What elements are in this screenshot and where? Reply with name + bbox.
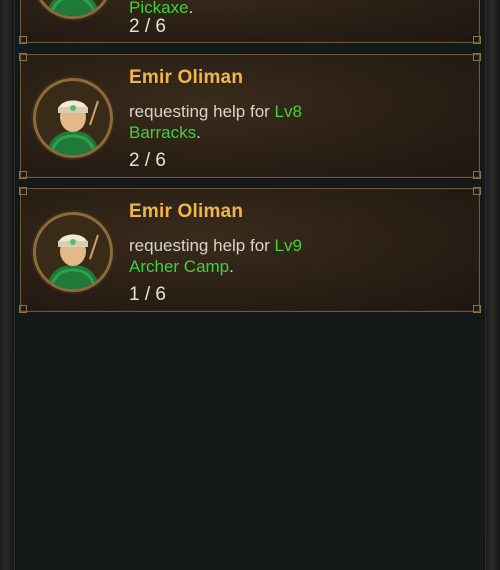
hero-portrait-icon — [33, 0, 113, 19]
card-corner-ornament — [473, 53, 481, 61]
help-request-card[interactable]: Emir Oliman requesting help for Lv8 Barra… — [19, 53, 481, 179]
request-message: Pickaxe. — [129, 0, 449, 18]
card-corner-ornament — [473, 305, 481, 313]
card-corner-ornament — [19, 187, 27, 195]
card-corner-ornament — [19, 171, 27, 179]
left-frame-rail — [0, 0, 15, 570]
right-frame-rail — [485, 0, 500, 570]
requester-name: Emir Oliman — [129, 201, 244, 222]
help-progress-count: 1 / 6 — [129, 284, 166, 305]
card-corner-ornament — [473, 171, 481, 179]
request-suffix: . — [196, 123, 201, 142]
request-message: requesting help for Lv9 Archer Camp. — [129, 235, 449, 277]
card-corner-ornament — [19, 305, 27, 313]
requester-name: Emir Oliman — [129, 67, 244, 88]
request-building: Pickaxe — [129, 0, 189, 17]
request-suffix: . — [229, 257, 234, 276]
request-building: Barracks — [129, 123, 197, 142]
request-prefix: requesting help for — [129, 102, 275, 121]
help-progress-count: 2 / 6 — [129, 150, 166, 171]
request-building: Archer Camp — [129, 257, 230, 276]
help-progress-count: 2 / 6 — [129, 16, 166, 37]
request-prefix: requesting help for — [129, 236, 275, 255]
request-level: Lv9 — [274, 236, 302, 255]
hero-portrait-icon — [33, 212, 113, 292]
help-request-panel: Pickaxe. 2 / 6 Emir Oliman requesting he… — [0, 0, 500, 570]
card-corner-ornament — [19, 53, 27, 61]
card-corner-ornament — [473, 187, 481, 195]
card-corner-ornament — [473, 36, 481, 44]
hero-portrait-icon — [33, 78, 113, 158]
help-request-card[interactable]: Emir Oliman requesting help for Lv9 Arche… — [19, 187, 481, 313]
card-corner-ornament — [19, 36, 27, 44]
request-suffix: . — [188, 0, 194, 17]
help-request-card[interactable]: Pickaxe. 2 / 6 — [19, 0, 481, 44]
request-message: requesting help for Lv8 Barracks. — [129, 101, 449, 143]
request-level: Lv8 — [274, 102, 302, 121]
